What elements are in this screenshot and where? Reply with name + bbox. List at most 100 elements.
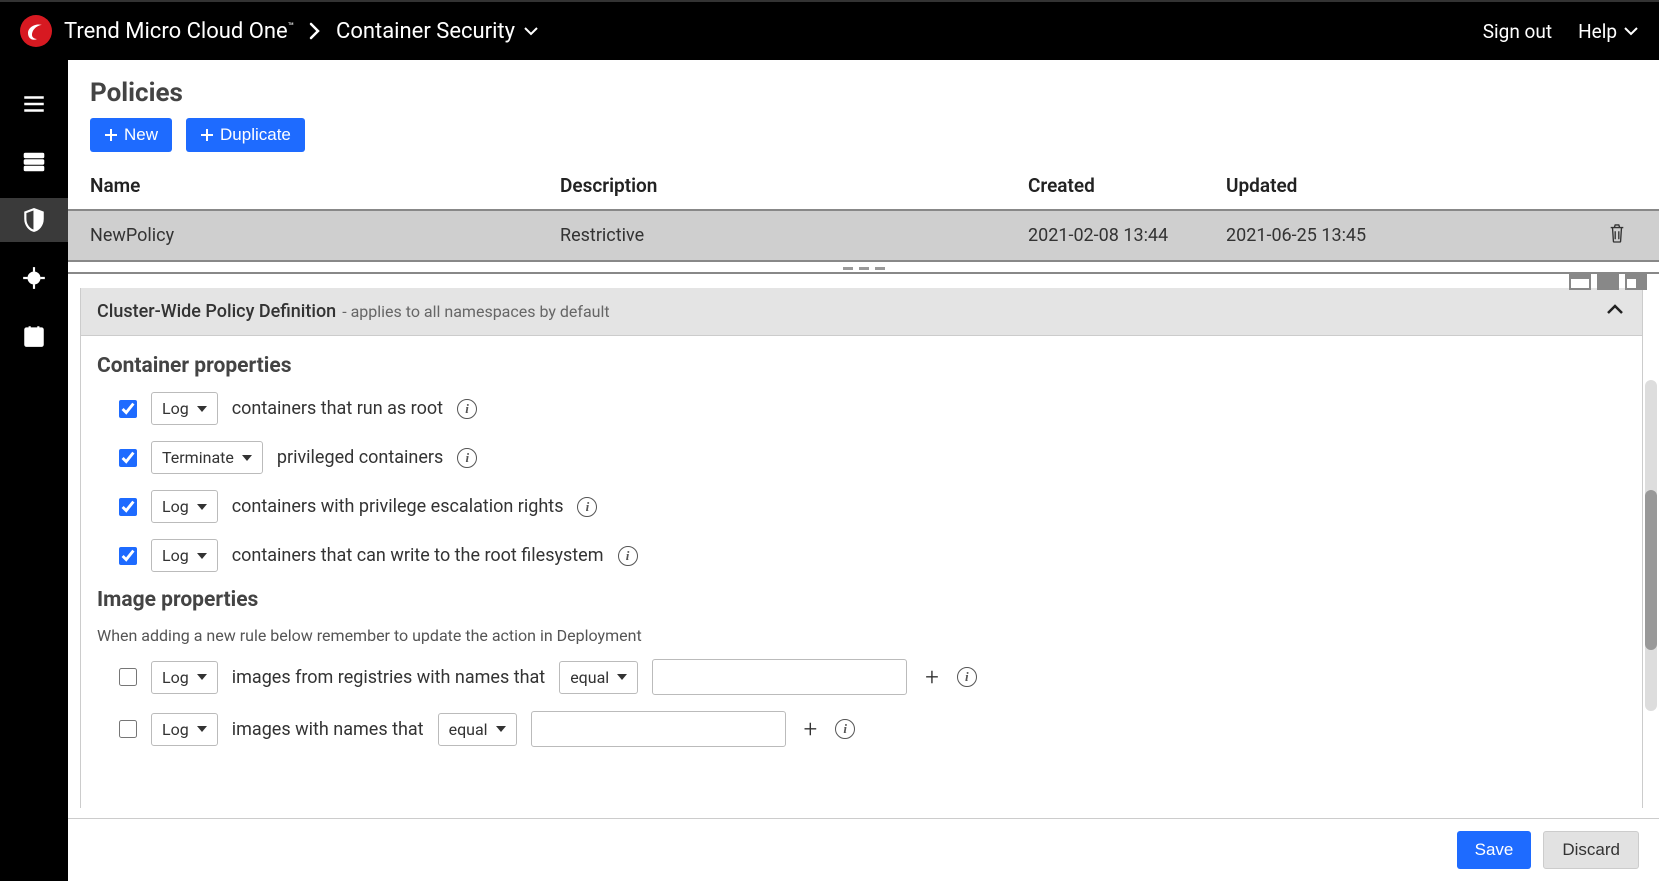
brand-text: Trend Micro Cloud One <box>64 19 288 44</box>
sign-out-link[interactable]: Sign out <box>1483 20 1552 43</box>
action-label: Log <box>162 399 189 418</box>
info-icon[interactable]: i <box>457 448 477 468</box>
cell-name: NewPolicy <box>90 225 560 246</box>
brand-name: Trend Micro Cloud One™ <box>64 19 294 44</box>
action-label: Log <box>162 668 189 687</box>
col-name[interactable]: Name <box>90 174 560 197</box>
nav-calendar[interactable] <box>0 314 68 358</box>
rule-row: Log containers with privilege escalation… <box>97 490 1626 523</box>
rule-checkbox[interactable] <box>119 668 137 686</box>
plus-icon <box>104 128 118 142</box>
info-icon[interactable]: i <box>835 719 855 739</box>
nav-target[interactable] <box>0 256 68 300</box>
duplicate-button[interactable]: Duplicate <box>186 118 305 152</box>
discard-button[interactable]: Discard <box>1543 831 1639 869</box>
rule-row: Terminate privileged containers i <box>97 441 1626 474</box>
rule-text: privileged containers <box>277 447 443 468</box>
action-select[interactable]: Log <box>151 713 218 746</box>
caret-down-icon <box>242 455 252 461</box>
col-description[interactable]: Description <box>560 174 1028 197</box>
match-value-input[interactable] <box>531 711 786 747</box>
rule-row: Log images with names that equal + i <box>97 711 1626 747</box>
info-icon[interactable]: i <box>457 399 477 419</box>
chevron-up-icon <box>1604 298 1626 325</box>
caret-down-icon <box>197 504 207 510</box>
caret-down-icon <box>197 726 207 732</box>
match-select[interactable]: equal <box>438 713 517 746</box>
rule-checkbox[interactable] <box>119 720 137 738</box>
rule-checkbox[interactable] <box>119 498 137 516</box>
panel-header[interactable]: Cluster-Wide Policy Definition - applies… <box>81 288 1642 336</box>
side-nav <box>0 60 68 881</box>
layout-side-button[interactable] <box>1625 272 1647 290</box>
brand-logo <box>20 15 52 47</box>
info-icon[interactable]: i <box>577 497 597 517</box>
info-icon[interactable]: i <box>957 667 977 687</box>
container-props-heading: Container properties <box>97 354 1626 378</box>
add-rule-button[interactable]: + <box>800 715 822 743</box>
help-dropdown[interactable]: Help <box>1578 20 1639 43</box>
table-header: Name Description Created Updated <box>68 162 1659 211</box>
caret-down-icon <box>197 553 207 559</box>
caret-down-icon <box>197 406 207 412</box>
rule-row: Log images from registries with names th… <box>97 659 1626 695</box>
action-select[interactable]: Log <box>151 661 218 694</box>
action-label: Terminate <box>162 448 234 467</box>
match-select[interactable]: equal <box>559 661 638 694</box>
main-content: Policies New Duplicate Name Description … <box>68 60 1659 881</box>
scrollbar[interactable] <box>1645 380 1657 711</box>
panel-title: Cluster-Wide Policy Definition <box>97 301 336 322</box>
action-select[interactable]: Log <box>151 392 218 425</box>
policy-detail-panel: Cluster-Wide Policy Definition - applies… <box>80 288 1643 808</box>
match-value-input[interactable] <box>652 659 907 695</box>
image-props-heading: Image properties <box>97 588 1626 612</box>
nav-menu[interactable] <box>0 82 68 126</box>
table-row[interactable]: NewPolicy Restrictive 2021-02-08 13:44 2… <box>68 211 1659 262</box>
cell-created: 2021-02-08 13:44 <box>1028 225 1226 246</box>
chevron-down-icon <box>1623 25 1639 37</box>
plus-icon <box>200 128 214 142</box>
rule-text: containers with privilege escalation rig… <box>232 496 564 517</box>
rule-text: containers that run as root <box>232 398 443 419</box>
scrollbar-thumb[interactable] <box>1645 490 1657 650</box>
action-label: Log <box>162 720 189 739</box>
rule-text: images with names that <box>232 719 424 740</box>
nav-policies[interactable] <box>0 198 68 242</box>
action-label: Log <box>162 497 189 516</box>
match-label: equal <box>570 668 609 687</box>
action-select[interactable]: Log <box>151 539 218 572</box>
layout-min-button[interactable] <box>1569 272 1591 290</box>
action-select[interactable]: Terminate <box>151 441 263 474</box>
add-rule-button[interactable]: + <box>921 663 943 691</box>
rule-checkbox[interactable] <box>119 449 137 467</box>
rule-row: Log containers that can write to the roo… <box>97 539 1626 572</box>
split-handle[interactable] <box>68 272 1659 288</box>
breadcrumb-separator-icon <box>308 21 322 41</box>
match-label: equal <box>449 720 488 739</box>
footer-bar: Save Discard <box>68 818 1659 881</box>
nav-servers[interactable] <box>0 140 68 184</box>
delete-row-button[interactable] <box>1597 223 1637 248</box>
layout-split-button[interactable] <box>1597 272 1619 290</box>
rule-checkbox[interactable] <box>119 547 137 565</box>
section-dropdown[interactable]: Container Security <box>336 19 539 44</box>
action-select[interactable]: Log <box>151 490 218 523</box>
page-title: Policies <box>90 78 1637 108</box>
help-label: Help <box>1578 20 1617 43</box>
image-props-note: When adding a new rule below remember to… <box>97 626 1626 645</box>
col-created[interactable]: Created <box>1028 174 1226 197</box>
chevron-down-icon <box>523 25 539 37</box>
caret-down-icon <box>617 674 627 680</box>
rule-checkbox[interactable] <box>119 400 137 418</box>
new-button[interactable]: New <box>90 118 172 152</box>
col-updated[interactable]: Updated <box>1226 174 1597 197</box>
section-label: Container Security <box>336 19 515 44</box>
top-bar: Trend Micro Cloud One™ Container Securit… <box>0 0 1659 60</box>
caret-down-icon <box>197 674 207 680</box>
save-button[interactable]: Save <box>1457 831 1532 869</box>
cell-updated: 2021-06-25 13:45 <box>1226 225 1597 246</box>
brand-tm: ™ <box>288 21 294 32</box>
info-icon[interactable]: i <box>618 546 638 566</box>
panel-body: Container properties Log containers that… <box>81 336 1642 808</box>
rule-row: Log containers that run as root i <box>97 392 1626 425</box>
